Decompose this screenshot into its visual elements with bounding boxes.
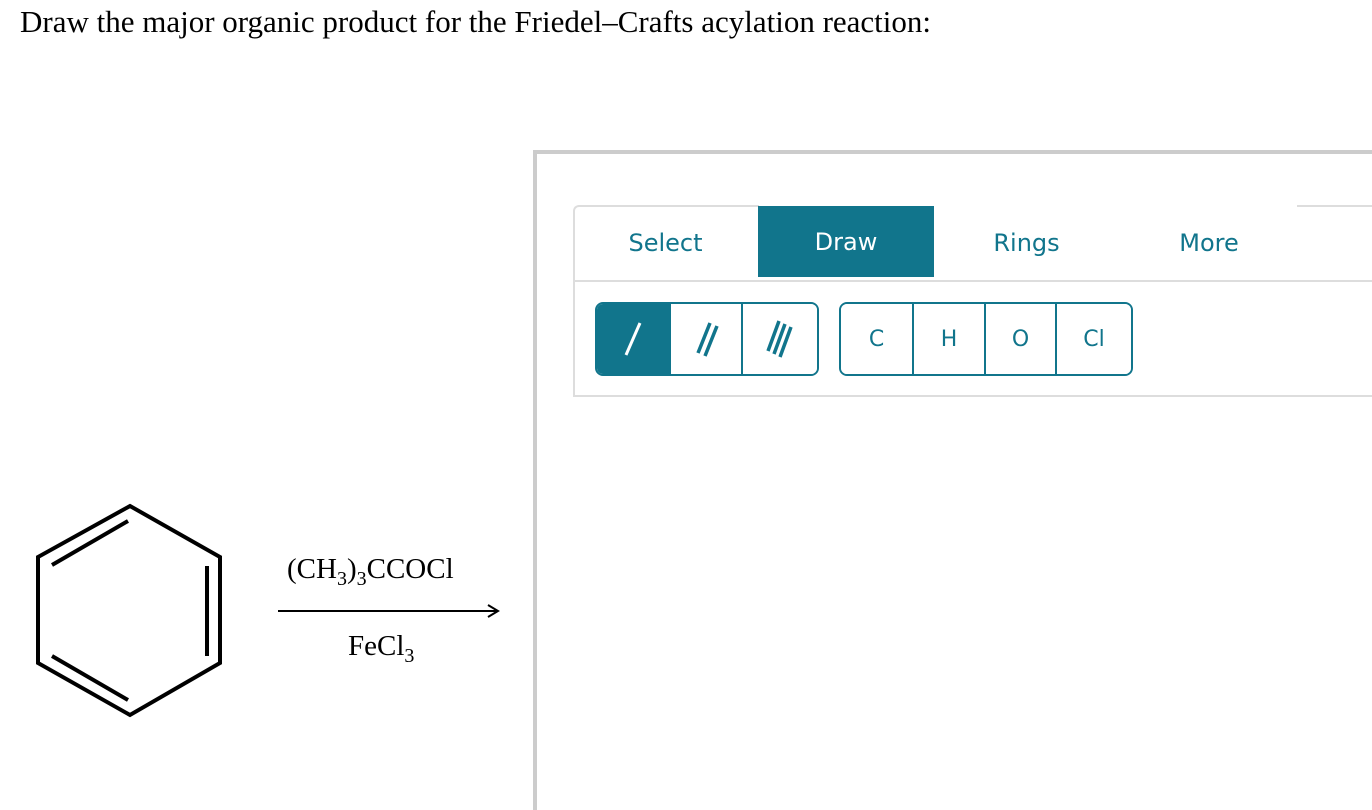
reaction-arrow (278, 604, 500, 618)
editor-tabbar: Select Draw Rings More (573, 205, 1372, 281)
tab-more[interactable]: More (1119, 207, 1299, 278)
reagent-text: ) (346, 553, 357, 585)
reagent-text: CCOCl (366, 553, 454, 585)
triple-bond-button[interactable] (743, 304, 817, 374)
reagent-above: (CH3)3CCOCl (287, 553, 454, 589)
double-bond-icon (696, 322, 719, 357)
bond-tools (595, 302, 819, 376)
tab-rings[interactable]: Rings (934, 207, 1119, 278)
atom-c-button[interactable]: C (841, 304, 914, 374)
tab-select[interactable]: Select (573, 207, 758, 278)
question-text: Draw the major organic product for the F… (20, 4, 932, 39)
double-bond-button[interactable] (670, 304, 744, 374)
reagent-text: FeCl (348, 630, 405, 662)
benzene-structure (36, 503, 222, 718)
atom-o-button[interactable]: O (986, 304, 1058, 374)
subscript: 3 (336, 568, 347, 590)
benzene-ring (36, 503, 222, 718)
reagent-text: (CH (287, 553, 337, 585)
tool-row: C H O Cl (573, 280, 1372, 397)
subscript: 3 (404, 645, 415, 667)
atom-cl-button[interactable]: Cl (1057, 304, 1131, 374)
reaction-scheme (36, 503, 500, 718)
tab-draw[interactable]: Draw (758, 206, 934, 277)
single-bond-icon (624, 322, 642, 356)
reagent-below: FeCl3 (348, 630, 414, 666)
triple-bond-icon (766, 320, 793, 358)
atom-tools: C H O Cl (839, 302, 1133, 376)
subscript: 3 (356, 568, 367, 590)
single-bond-button[interactable] (597, 304, 671, 374)
tab-border (1297, 205, 1372, 207)
atom-h-button[interactable]: H (914, 304, 987, 374)
